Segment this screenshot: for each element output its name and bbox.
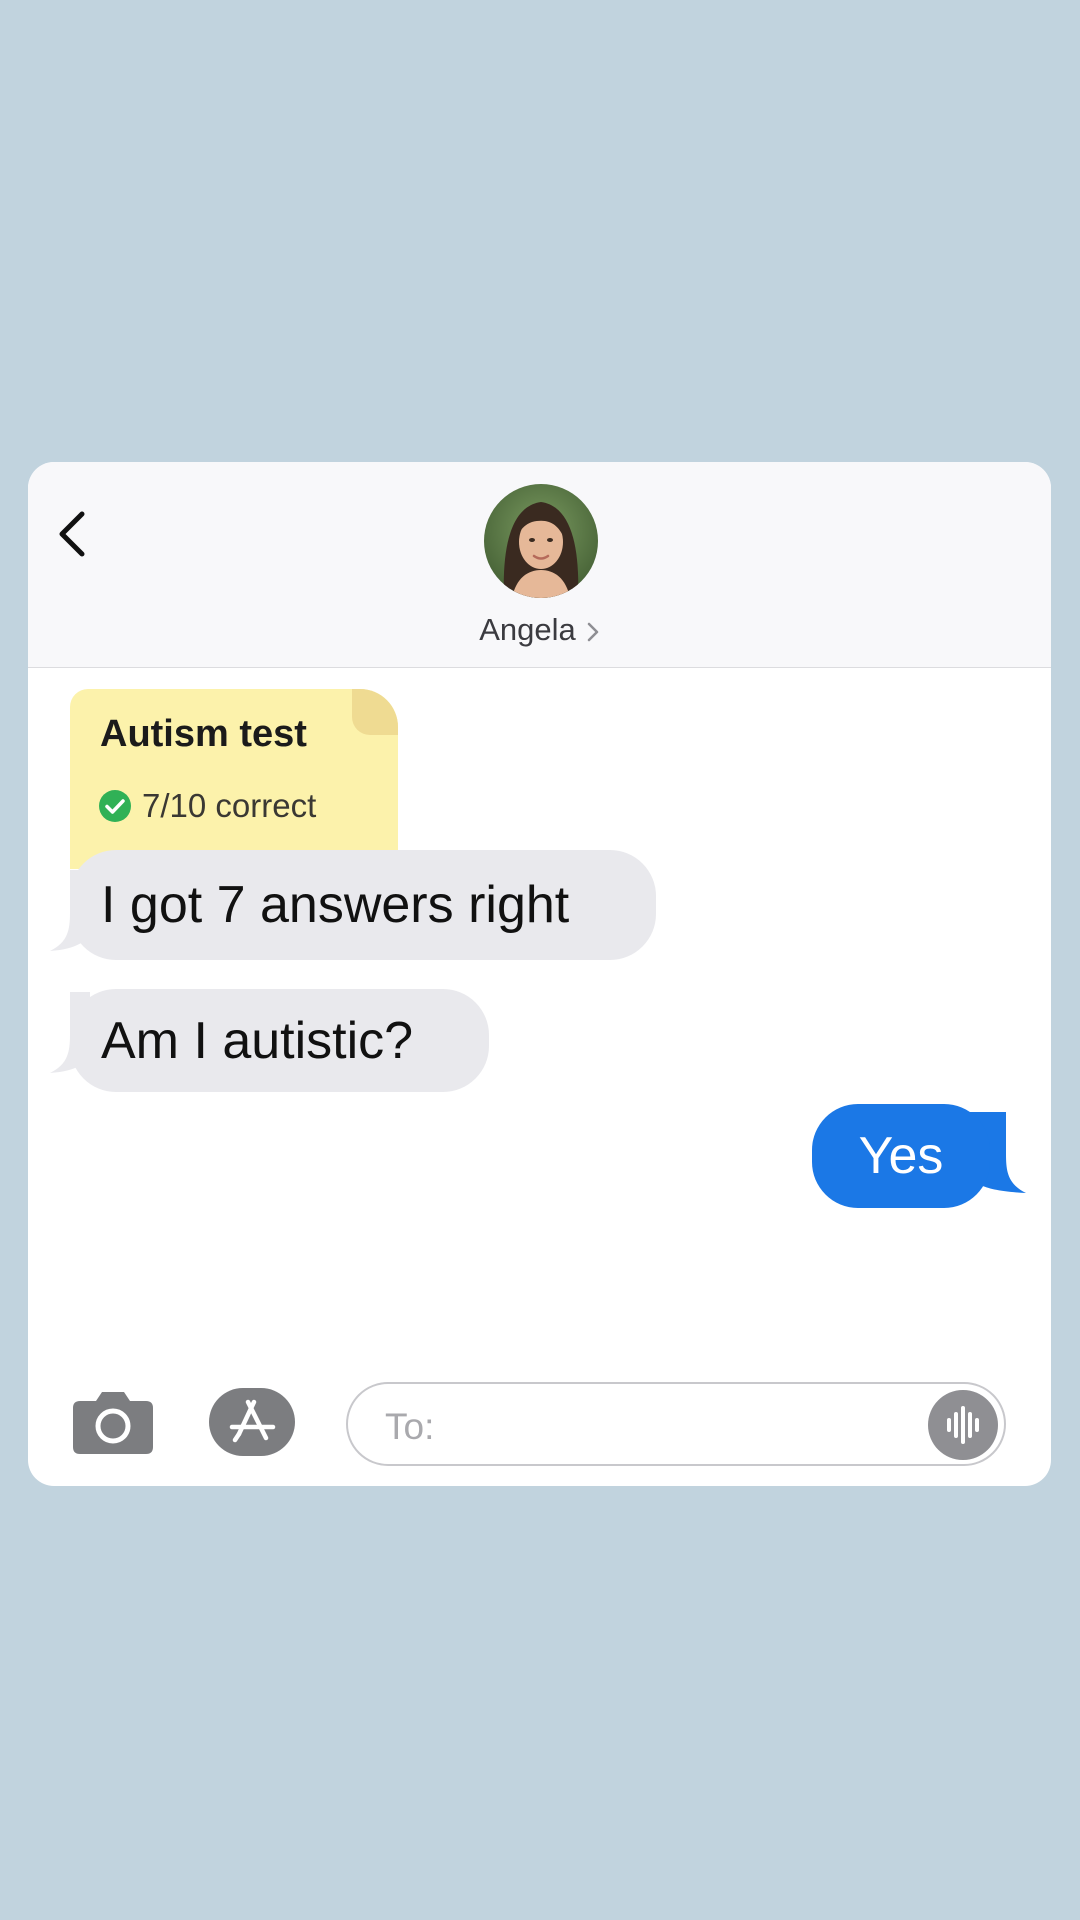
camera-button[interactable] xyxy=(72,1388,154,1456)
chevron-left-icon xyxy=(59,511,85,557)
message-text: Am I autistic? xyxy=(101,1011,414,1070)
chevron-right-icon xyxy=(586,621,600,643)
contact-name: Angela xyxy=(479,612,576,647)
incoming-message-bubble[interactable]: Am I autistic? xyxy=(70,989,489,1092)
camera-icon xyxy=(73,1392,153,1454)
back-button[interactable] xyxy=(44,498,100,570)
waveform-icon xyxy=(947,1406,979,1444)
message-text: I got 7 answers right xyxy=(101,876,570,934)
note-title: Autism test xyxy=(100,713,307,755)
input-placeholder: To: xyxy=(385,1406,435,1447)
message-input[interactable]: To: xyxy=(346,1382,1006,1466)
contact-name-button[interactable]: Angela xyxy=(28,612,1051,648)
message-window: Angela Autism test 7/10 correct I got 7 … xyxy=(28,462,1051,1486)
voice-input-button[interactable] xyxy=(928,1390,998,1460)
incoming-message-bubble[interactable]: I got 7 answers right xyxy=(70,850,656,960)
apps-button[interactable] xyxy=(209,1388,295,1456)
note-status: 7/10 correct xyxy=(98,787,316,825)
message-text: Yes xyxy=(858,1127,944,1185)
conversation-header: Angela xyxy=(28,462,1051,668)
app-store-icon xyxy=(229,1399,276,1443)
note-status-text: 7/10 correct xyxy=(142,787,317,824)
checkmark-circle-icon xyxy=(99,790,131,822)
avatar[interactable] xyxy=(484,484,598,598)
note-attachment[interactable]: Autism test 7/10 correct xyxy=(70,689,398,869)
outgoing-message-bubble[interactable]: Yes xyxy=(812,1104,990,1208)
note-fold-corner xyxy=(352,689,398,735)
